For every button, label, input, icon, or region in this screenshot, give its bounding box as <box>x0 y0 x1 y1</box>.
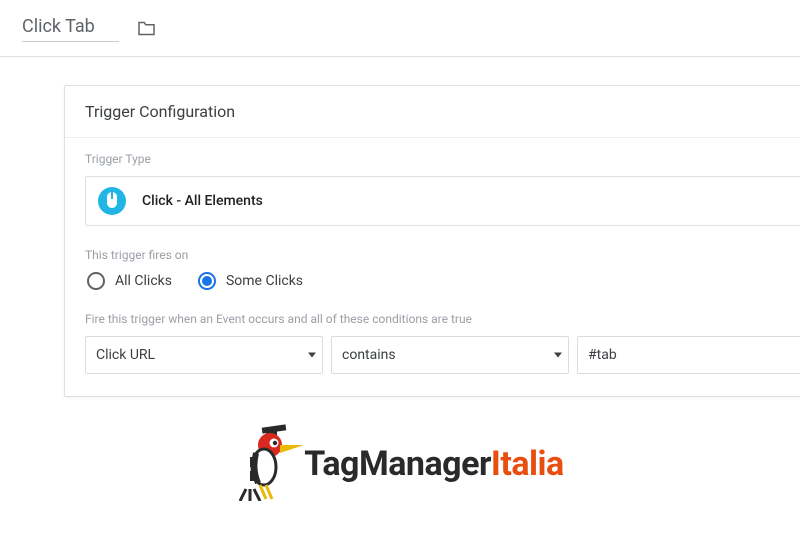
trigger-type-value: Click - All Elements <box>142 193 263 209</box>
app-header: Click Tab <box>0 0 800 57</box>
click-icon <box>98 187 126 215</box>
chevron-down-icon <box>308 353 316 358</box>
logo-text: TagManagerItalia <box>304 444 564 484</box>
variable-select[interactable]: Click URL <box>85 336 323 374</box>
radio-dot-icon <box>202 276 212 286</box>
panel-title: Trigger Configuration <box>65 86 800 138</box>
trigger-type-label: Trigger Type <box>85 152 800 166</box>
radio-label: All Clicks <box>115 273 172 289</box>
trigger-name-input[interactable]: Click Tab <box>22 14 119 42</box>
folder-icon[interactable] <box>137 21 156 36</box>
fires-on-radio-group: All Clicks Some Clicks <box>85 272 800 290</box>
radio-label: Some Clicks <box>226 273 303 289</box>
chevron-down-icon <box>554 353 562 358</box>
radio-icon <box>87 272 105 290</box>
operator-select[interactable]: contains <box>331 336 569 374</box>
brand-logo: TagManagerItalia <box>0 423 800 505</box>
select-value: contains <box>342 347 396 363</box>
select-value: Click URL <box>96 347 155 363</box>
radio-icon <box>198 272 216 290</box>
fires-on-label: This trigger fires on <box>85 248 800 262</box>
radio-all-clicks[interactable]: All Clicks <box>87 272 172 290</box>
value-input[interactable]: #tab <box>577 336 800 374</box>
logo-text-2: Italia <box>491 444 564 484</box>
trigger-type-selector[interactable]: Click - All Elements <box>85 176 800 226</box>
input-value: #tab <box>588 347 617 363</box>
woodpecker-icon <box>236 423 304 505</box>
radio-some-clicks[interactable]: Some Clicks <box>198 272 303 290</box>
trigger-config-panel: Trigger Configuration Trigger Type Click… <box>64 85 800 397</box>
condition-row: Click URL contains #tab <box>85 336 800 374</box>
logo-text-1: TagManager <box>304 444 491 484</box>
condition-label: Fire this trigger when an Event occurs a… <box>85 312 800 326</box>
